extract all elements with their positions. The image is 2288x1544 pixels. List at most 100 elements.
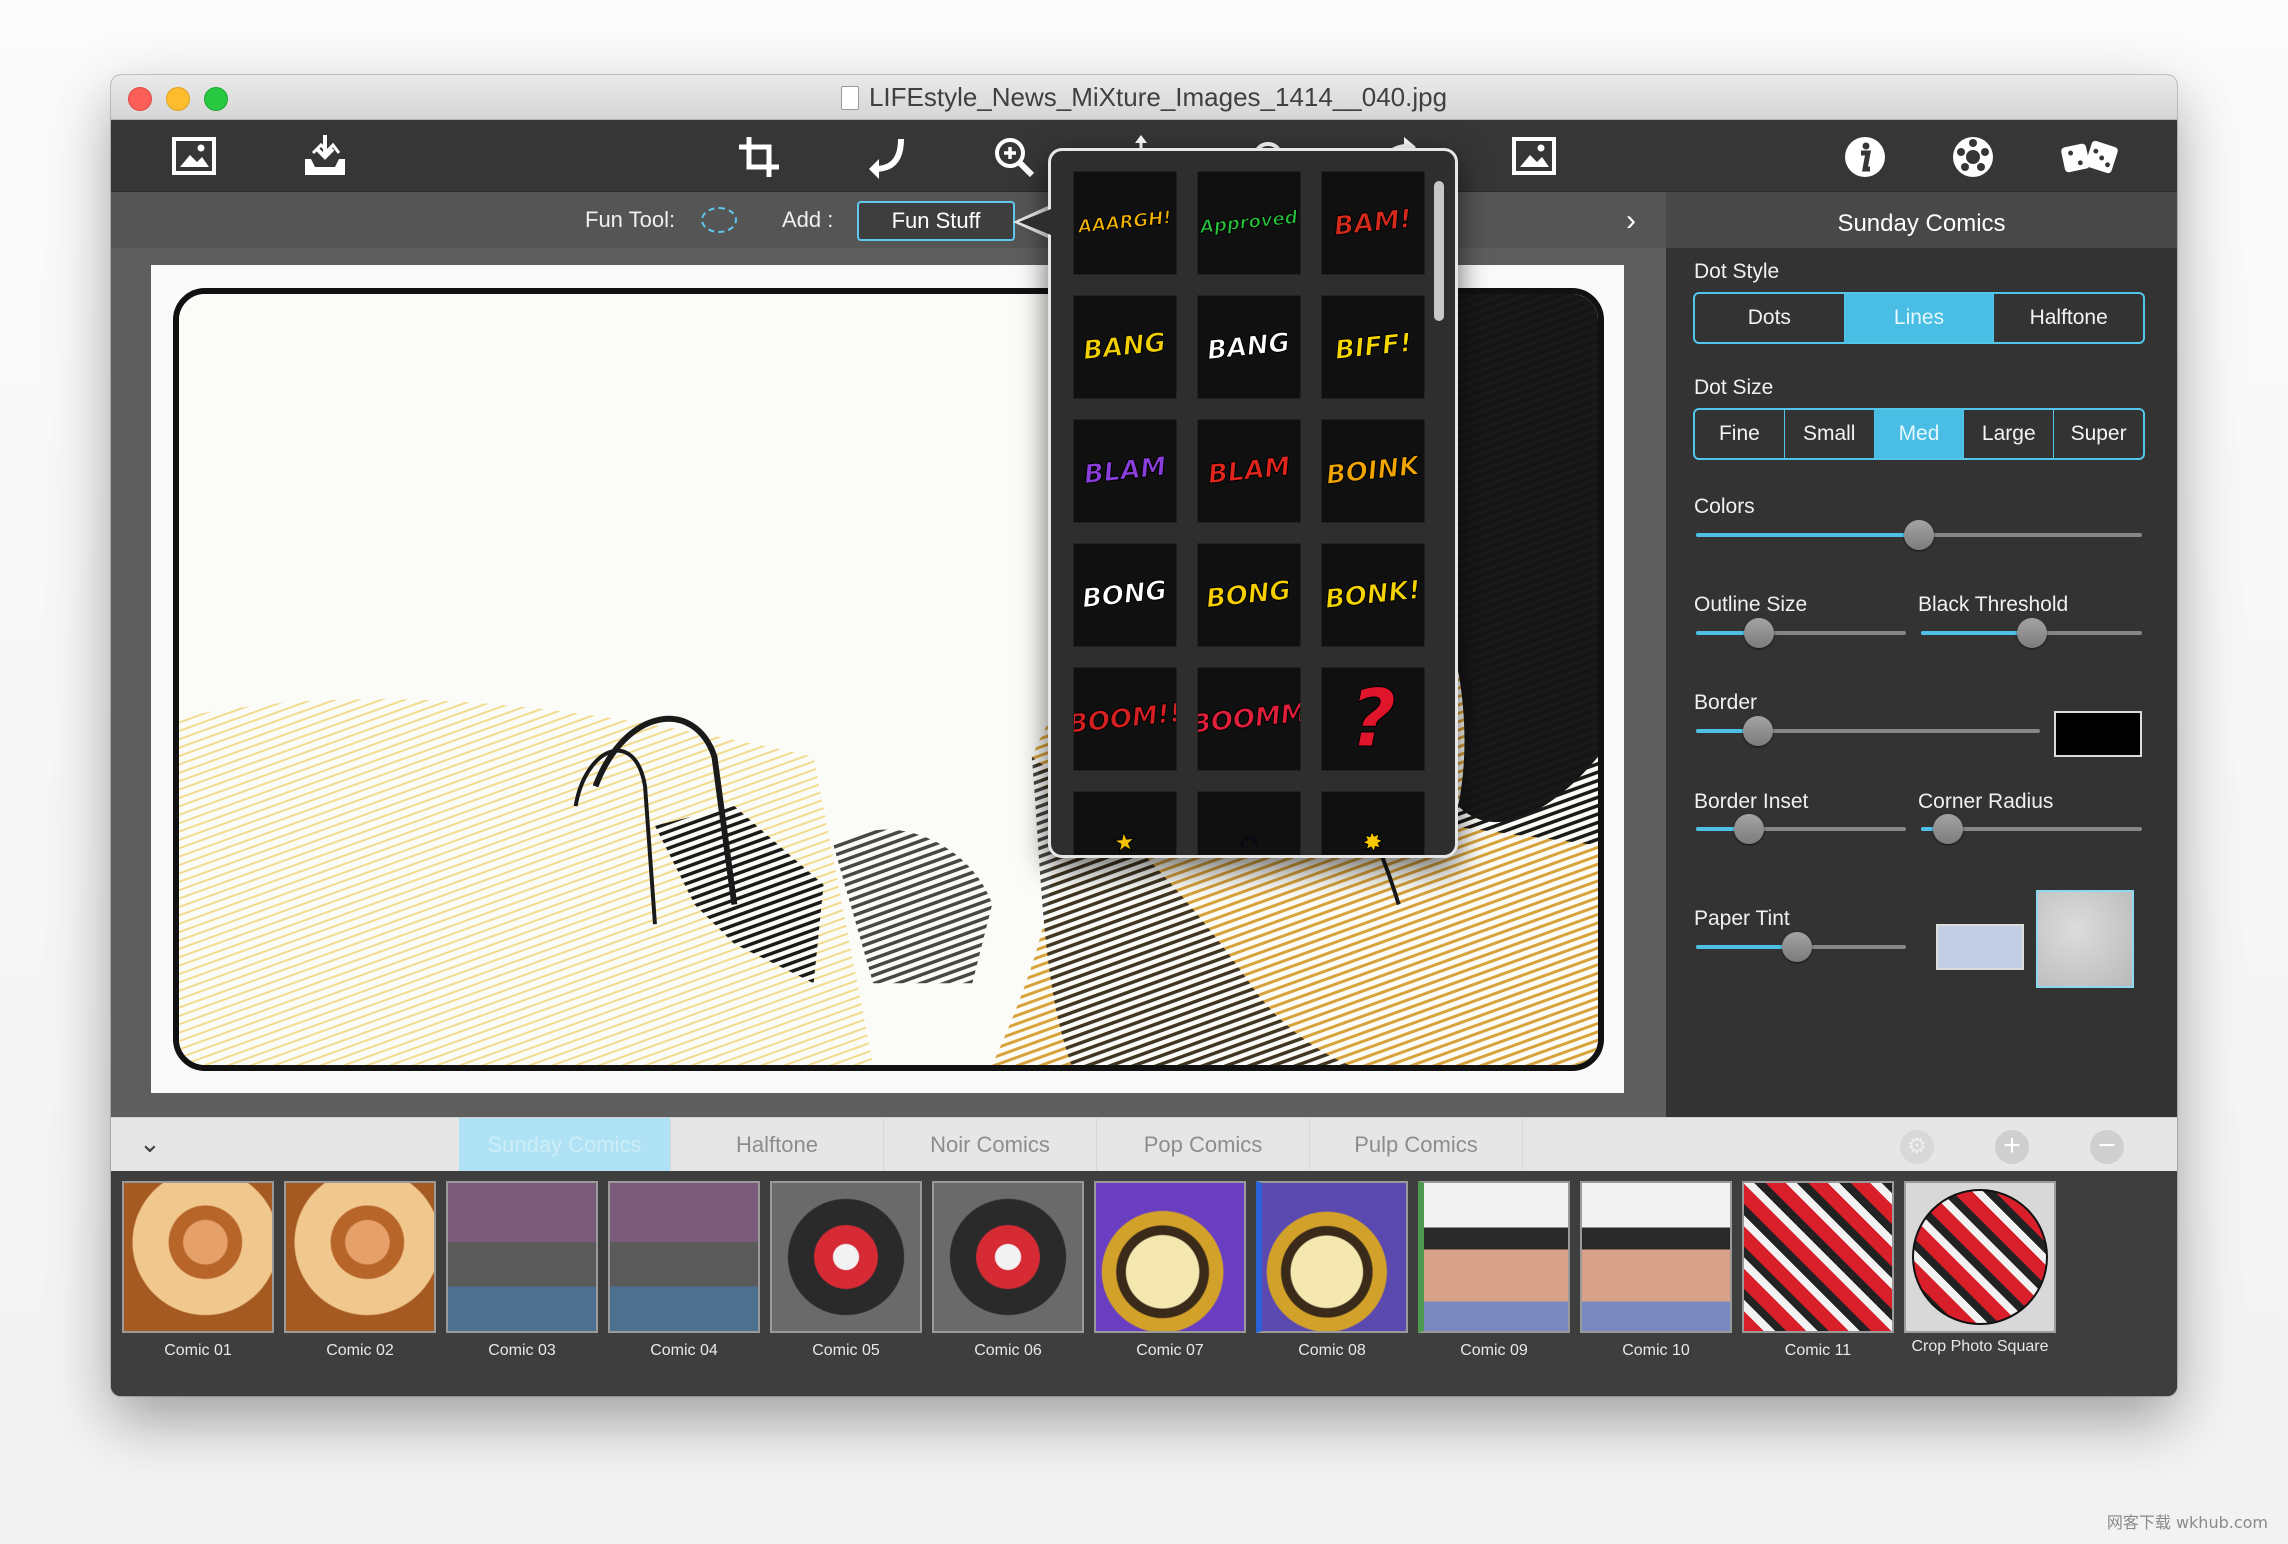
compare-image-icon[interactable]	[1507, 130, 1561, 184]
colors-slider[interactable]	[1696, 520, 2142, 550]
border-label: Border	[1694, 691, 1758, 714]
paper-tint-slider-knob[interactable]	[1781, 932, 1812, 962]
sticker-bang-white[interactable]: BANG	[1197, 295, 1301, 399]
dot-size-fine[interactable]: Fine	[1695, 410, 1785, 458]
colors-slider-knob[interactable]	[1904, 520, 1934, 550]
preset-thumbnail[interactable]	[446, 1181, 598, 1333]
sticker-text: ?	[1349, 672, 1397, 765]
preset-thumbnail[interactable]	[1904, 1181, 2056, 1333]
zoom-window-button[interactable]	[204, 87, 228, 111]
preset-thumbnail[interactable]	[284, 1181, 436, 1333]
sticker-blam-purple[interactable]: BLAM	[1073, 419, 1177, 523]
preset-thumbnail[interactable]	[122, 1181, 274, 1333]
preset-thumbnail[interactable]	[1418, 1181, 1570, 1333]
dot-size-med[interactable]: Med	[1874, 410, 1965, 458]
sticker-bong-white[interactable]: BONG	[1073, 543, 1177, 647]
black-threshold-slider-knob[interactable]	[2016, 618, 2047, 648]
chevron-down-icon[interactable]: ⌄	[139, 1128, 161, 1159]
add-preset-button[interactable]: +	[1995, 1130, 2029, 1164]
sticker-approved[interactable]: Approved	[1197, 171, 1301, 275]
dot-size-label: Dot Size	[1694, 376, 1774, 399]
sticker-question[interactable]: ?	[1321, 667, 1425, 771]
dot-size-super[interactable]: Super	[2054, 410, 2143, 458]
border-inset-slider[interactable]	[1696, 814, 1906, 844]
sticker-blam-red[interactable]: BLAM	[1197, 419, 1301, 523]
corner-radius-slider-knob[interactable]	[1932, 814, 1963, 844]
sticker-aaargh[interactable]: AAARGH!	[1073, 171, 1177, 275]
open-image-icon[interactable]	[167, 130, 221, 184]
preset-thumbnail[interactable]	[1580, 1181, 1732, 1333]
preset-thumbnail[interactable]	[770, 1181, 922, 1333]
sticker-bong-yellow[interactable]: BONG	[1197, 543, 1301, 647]
preset-thumbnail[interactable]	[608, 1181, 760, 1333]
watermark: 网客下载 wkhub.com	[2106, 1513, 2268, 1532]
dot-style-label: Dot Style	[1694, 260, 1780, 283]
border-color-swatch[interactable]	[2054, 711, 2142, 757]
paper-tint-label: Paper Tint	[1694, 907, 1790, 930]
tab-pulp-comics[interactable]: Pulp Comics	[1310, 1118, 1523, 1172]
rotate-icon[interactable]	[860, 130, 914, 184]
zoom-icon[interactable]	[987, 130, 1041, 184]
close-window-button[interactable]	[128, 87, 152, 111]
popover-scrollbar[interactable]	[1434, 181, 1444, 321]
sticker-boom[interactable]: BOOM!!	[1073, 667, 1177, 771]
corner-radius-slider[interactable]	[1921, 814, 2142, 844]
random-dice-icon[interactable]	[2056, 130, 2126, 184]
preset-label: Comic 06	[974, 1342, 1042, 1359]
tab-sunday-comics[interactable]: Sunday Comics	[459, 1118, 671, 1172]
tab-halftone[interactable]: Halftone	[671, 1118, 884, 1172]
paper-tint-color-swatch[interactable]	[1936, 924, 2024, 970]
preset-thumbnail[interactable]	[1094, 1181, 1246, 1333]
sticker-pow[interactable]: ◠	[1197, 791, 1301, 855]
preset-options-icon[interactable]: ⚙	[1900, 1130, 1934, 1164]
outline-size-slider[interactable]	[1696, 618, 1906, 648]
sticker-explosion[interactable]: ✸	[1321, 791, 1425, 855]
dot-size-large[interactable]: Large	[1964, 410, 2055, 458]
chevron-right-icon[interactable]: ›	[1626, 204, 1636, 238]
corner-radius-label: Corner Radius	[1918, 790, 2054, 813]
crop-icon[interactable]	[732, 130, 786, 184]
info-icon[interactable]	[1838, 130, 1892, 184]
outline-size-slider-knob[interactable]	[1744, 618, 1774, 648]
border-inset-slider-knob[interactable]	[1733, 814, 1764, 844]
save-image-icon[interactable]	[298, 130, 352, 184]
sticker-text: BLAM	[1082, 451, 1168, 491]
effect-settings-panel: Sunday Comics Dot Style Dots Lines Halft…	[1666, 192, 2177, 1117]
border-slider[interactable]	[1696, 716, 2040, 746]
outline-size-label: Outline Size	[1694, 593, 1808, 616]
minimize-window-button[interactable]	[166, 87, 190, 111]
border-slider-knob[interactable]	[1742, 716, 1773, 746]
sticker-boink[interactable]: BOINK	[1321, 419, 1425, 523]
sticker-bam[interactable]: BAM!	[1321, 171, 1425, 275]
tab-pop-comics[interactable]: Pop Comics	[1097, 1118, 1310, 1172]
sticker-boomm[interactable]: BOOMM	[1197, 667, 1301, 771]
popover-arrow-inner	[1019, 209, 1051, 235]
preset-thumbnail[interactable]	[1256, 1181, 1408, 1333]
dot-style-lines[interactable]: Lines	[1844, 294, 1995, 342]
window-title: LIFEstyle_News_MiXture_Images_1414__040.…	[868, 82, 1448, 112]
settings-icon[interactable]	[1946, 130, 2000, 184]
sticker-bang-red[interactable]: BANG	[1073, 295, 1177, 399]
sticker-text: BOOMM	[1197, 698, 1301, 741]
sticker-text: AAARGH!	[1077, 207, 1173, 239]
preset-thumbnail[interactable]	[1742, 1181, 1894, 1333]
paper-tint-slider[interactable]	[1696, 932, 1906, 962]
fun-stuff-button[interactable]: Fun Stuff	[857, 201, 1015, 241]
dot-size-small[interactable]: Small	[1785, 410, 1875, 458]
fun-tool-label: Fun Tool:	[585, 207, 676, 232]
dot-style-dots[interactable]: Dots	[1695, 294, 1845, 342]
dot-style-halftone[interactable]: Halftone	[1994, 294, 2143, 342]
sticker-biff[interactable]: BIFF!	[1321, 295, 1425, 399]
sticker-bonk[interactable]: BONK!	[1321, 543, 1425, 647]
sticker-crash[interactable]: ★	[1073, 791, 1177, 855]
black-threshold-slider[interactable]	[1921, 618, 2142, 648]
tab-noir-comics[interactable]: Noir Comics	[884, 1118, 1097, 1172]
remove-preset-button[interactable]: −	[2090, 1130, 2124, 1164]
preset-thumbnail[interactable]	[932, 1181, 1084, 1333]
lasso-tool-icon[interactable]	[701, 207, 737, 233]
preset-label: Comic 04	[650, 1342, 718, 1359]
preset-label: Comic 01	[164, 1342, 232, 1359]
preset-label: Comic 02	[326, 1342, 394, 1359]
border-inset-label: Border Inset	[1694, 790, 1809, 813]
paper-texture-swatch[interactable]	[2036, 890, 2134, 988]
